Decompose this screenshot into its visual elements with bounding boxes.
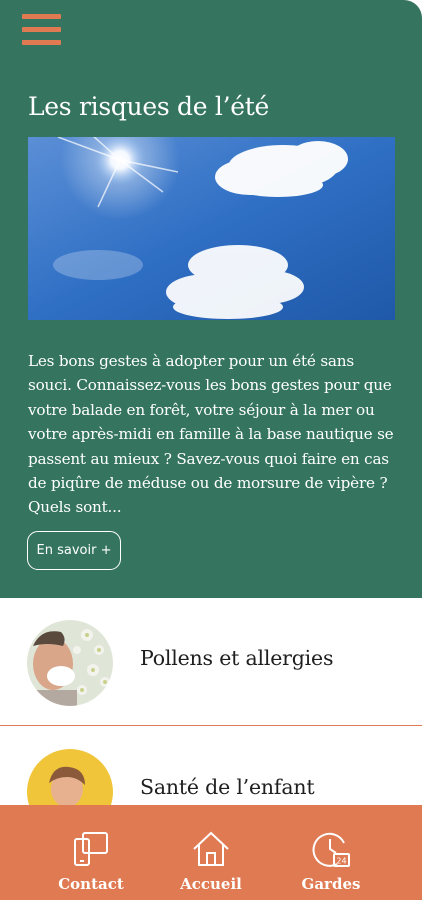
tab-accueil[interactable]: Accueil (156, 805, 266, 900)
tab-contact[interactable]: Contact (36, 805, 146, 900)
hamburger-menu-icon[interactable] (22, 14, 62, 48)
topic-title: Santé de l’enfant (140, 775, 315, 799)
svg-text:24: 24 (336, 857, 346, 866)
pollen-allergy-photo (27, 620, 113, 706)
sky-sun-image (28, 137, 395, 320)
read-more-button[interactable]: En savoir + (27, 531, 121, 570)
phone-contact-icon (74, 832, 108, 866)
article-title: Les risques de l’été (28, 92, 269, 121)
topic-title: Pollens et allergies (140, 646, 334, 670)
article-summary: Les bons gestes à adopter pour un été sa… (28, 352, 394, 517)
tab-label: Gardes (301, 875, 361, 893)
tab-label: Contact (58, 875, 124, 893)
bottom-tab-bar: Contact Accueil 24 Gardes (0, 805, 422, 900)
list-item-pollens[interactable]: Pollens et allergies (0, 598, 422, 726)
tab-label: Accueil (180, 875, 242, 893)
tab-gardes[interactable]: 24 Gardes (276, 805, 386, 900)
featured-article-card: Les risques de l’été Les bons gestes à a… (0, 0, 422, 598)
home-icon (193, 831, 229, 866)
clock-24-icon: 24 (312, 832, 350, 867)
